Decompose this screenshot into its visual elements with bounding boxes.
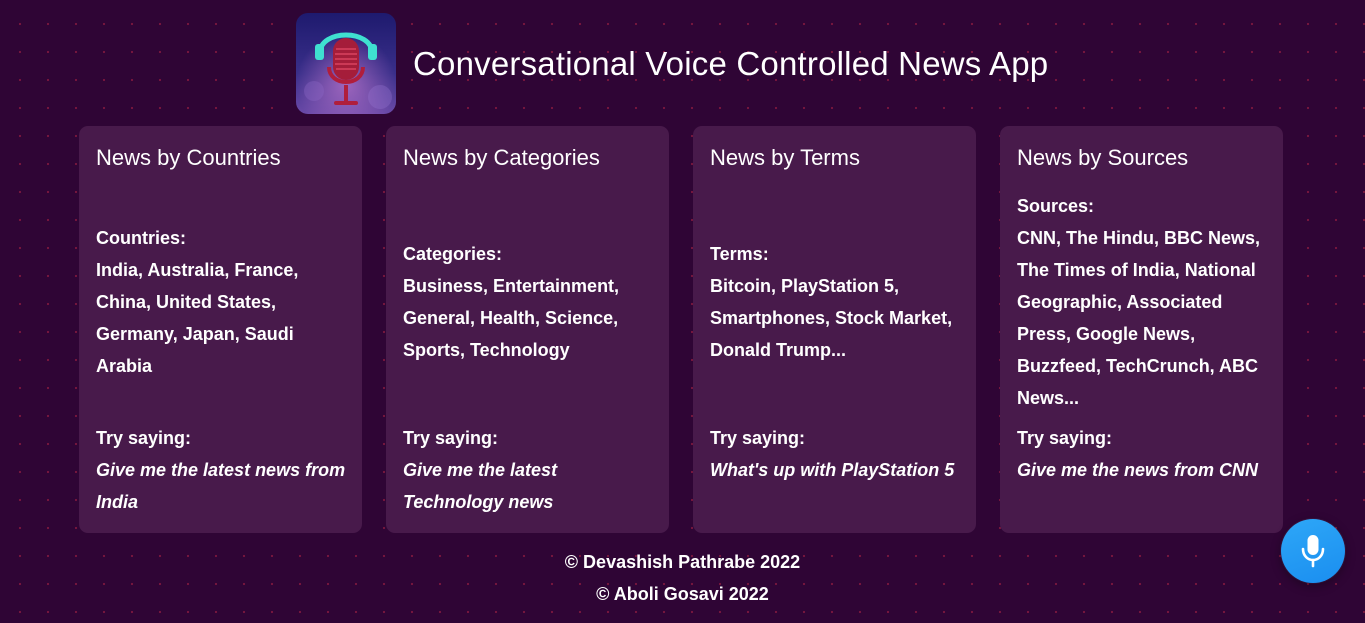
microphone-icon bbox=[1301, 535, 1325, 568]
card-title: News by Sources bbox=[1017, 145, 1189, 170]
try-example: What's up with PlayStation 5 bbox=[710, 460, 955, 480]
podcast-microphone-headphones-icon bbox=[296, 13, 396, 114]
info-list: Business, Entertainment, General, Health… bbox=[403, 276, 620, 360]
news-cards: News by Countries Countries: India, Aust… bbox=[79, 126, 1283, 533]
card-news-by-categories: News by Categories Categories: Business,… bbox=[386, 126, 669, 533]
card-info: Categories: Business, Entertainment, Gen… bbox=[403, 238, 657, 366]
try-label: Try saying: bbox=[1017, 428, 1113, 448]
info-list: India, Australia, France, China, United … bbox=[96, 260, 299, 376]
footer-credit: © Aboli Gosavi 2022 bbox=[596, 584, 769, 604]
footer: © Devashish Pathrabe 2022 © Aboli Gosavi… bbox=[0, 546, 1365, 610]
card-title: News by Categories bbox=[403, 145, 600, 170]
card-news-by-terms: News by Terms Terms: Bitcoin, PlayStatio… bbox=[693, 126, 976, 533]
app-header: Conversational Voice Controlled News App bbox=[296, 13, 1048, 114]
app-title: Conversational Voice Controlled News App bbox=[413, 44, 1049, 82]
card-title: News by Terms bbox=[710, 145, 860, 170]
try-example: Give me the latest Technology news bbox=[403, 460, 558, 512]
try-label: Try saying: bbox=[96, 428, 192, 448]
info-list: Bitcoin, PlayStation 5, Smartphones, Sto… bbox=[710, 276, 953, 360]
try-saying: Try saying: Give me the latest Technolog… bbox=[403, 422, 657, 518]
info-heading: Terms: bbox=[710, 244, 769, 264]
app-logo bbox=[296, 13, 396, 114]
card-title: News by Countries bbox=[96, 145, 281, 170]
card-info: Sources: CNN, The Hindu, BBC News, The T… bbox=[1017, 190, 1271, 414]
footer-credit: © Devashish Pathrabe 2022 bbox=[564, 552, 801, 572]
card-news-by-sources: News by Sources Sources: CNN, The Hindu,… bbox=[1000, 126, 1283, 533]
info-heading: Sources: bbox=[1017, 196, 1095, 216]
try-label: Try saying: bbox=[403, 428, 499, 448]
voice-assistant-button[interactable] bbox=[1281, 519, 1345, 583]
card-news-by-countries: News by Countries Countries: India, Aust… bbox=[79, 126, 362, 533]
try-saying: Try saying: Give me the news from CNN bbox=[1017, 422, 1271, 486]
try-saying: Try saying: Give me the latest news from… bbox=[96, 422, 350, 518]
info-heading: Countries: bbox=[96, 228, 186, 248]
card-info: Terms: Bitcoin, PlayStation 5, Smartphon… bbox=[710, 238, 964, 366]
info-heading: Categories: bbox=[403, 244, 503, 264]
try-example: Give me the news from CNN bbox=[1017, 460, 1259, 480]
try-saying: Try saying: What's up with PlayStation 5 bbox=[710, 422, 964, 486]
card-info: Countries: India, Australia, France, Chi… bbox=[96, 222, 350, 382]
try-label: Try saying: bbox=[710, 428, 806, 448]
info-list: CNN, The Hindu, BBC News, The Times of I… bbox=[1017, 228, 1261, 408]
try-example: Give me the latest news from India bbox=[96, 460, 346, 512]
